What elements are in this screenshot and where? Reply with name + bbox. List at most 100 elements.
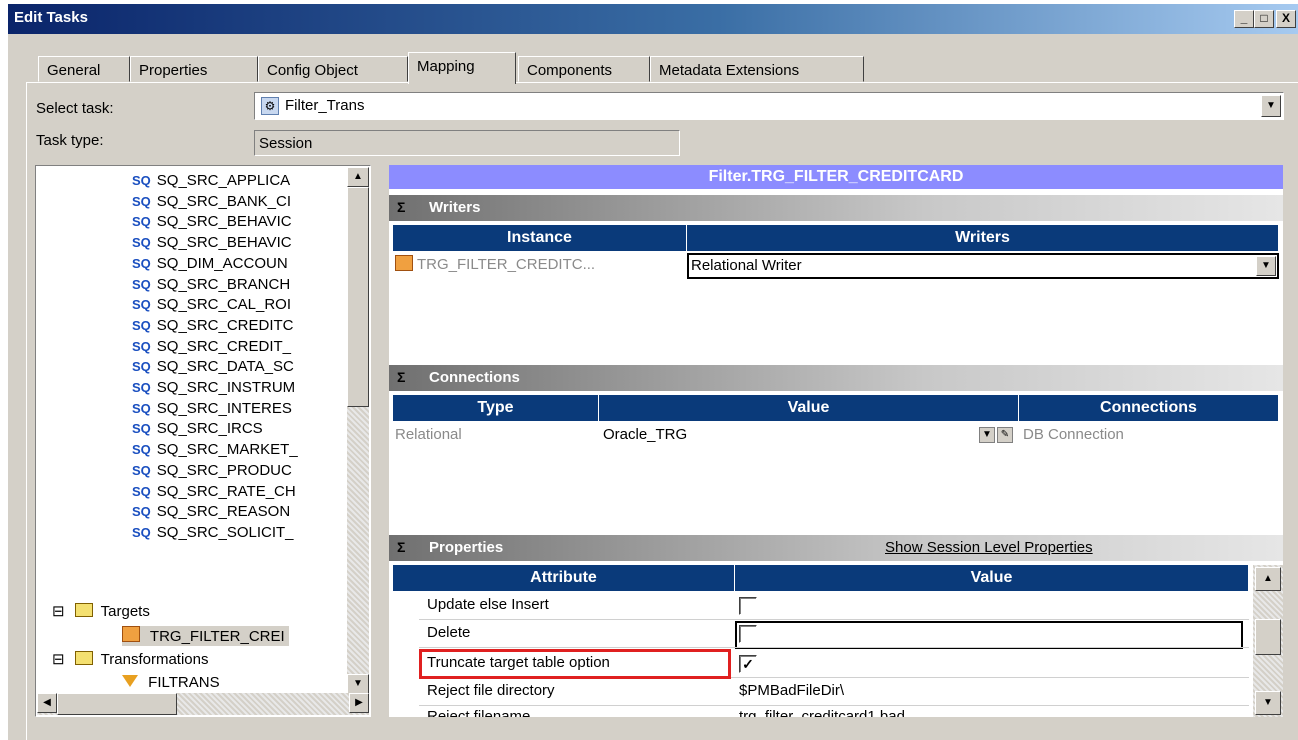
property-value[interactable]: trg_filter_creditcard1.bad xyxy=(739,705,1239,717)
col-attribute: Attribute xyxy=(393,565,735,591)
source-qualifier-icon: SQ xyxy=(132,193,151,209)
task-type-label: Task type: xyxy=(36,132,104,149)
property-attribute: Reject file directory xyxy=(427,682,555,699)
tab-properties[interactable]: Properties xyxy=(130,56,258,82)
tree-source-item[interactable]: SQ SQ_SRC_APPLICA xyxy=(132,172,290,192)
transformations-label: Transformations xyxy=(100,651,209,668)
tab-metadata-extensions[interactable]: Metadata Extensions xyxy=(650,56,864,82)
writer-instance-cell[interactable]: TRG_FILTER_CREDITC... xyxy=(395,253,685,277)
tree-source-item[interactable]: SQ SQ_SRC_BEHAVIC xyxy=(132,234,292,254)
writers-section-header[interactable]: Σ Writers xyxy=(389,195,1283,221)
tree-transformation-item[interactable]: FILTRANS xyxy=(122,674,220,694)
tree-source-item[interactable]: SQ SQ_SRC_BEHAVIC xyxy=(132,213,292,233)
source-qualifier-icon: SQ xyxy=(132,504,151,520)
tree-source-item[interactable]: SQ SQ_SRC_RATE_CH xyxy=(132,483,296,503)
tree-source-item[interactable]: SQ SQ_SRC_PRODUC xyxy=(132,462,292,482)
minimize-button[interactable]: _ xyxy=(1234,10,1254,28)
title-bar: Edit Tasks _ □ X xyxy=(8,4,1298,34)
target-icon xyxy=(395,255,413,271)
filter-icon xyxy=(122,675,138,687)
select-task-label: Select task: xyxy=(36,100,114,117)
tab-mapping[interactable]: Mapping xyxy=(408,52,516,84)
property-checkbox[interactable] xyxy=(739,597,757,615)
collapse-icon[interactable]: ⊟ xyxy=(52,603,65,620)
edit-connection-icon[interactable]: ✎ xyxy=(997,427,1013,443)
connections-section-header[interactable]: Σ Connections xyxy=(389,365,1283,391)
tree-vertical-scrollbar[interactable]: ▲ ▼ xyxy=(347,167,369,694)
property-value[interactable]: $PMBadFileDir\ xyxy=(739,679,1239,703)
tree-source-item[interactable]: SQ SQ_SRC_BRANCH xyxy=(132,276,290,296)
tree-source-item[interactable]: SQ SQ_SRC_IRCS xyxy=(132,420,263,440)
tree-source-item[interactable]: SQ SQ_SRC_REASON xyxy=(132,503,290,523)
maximize-button[interactable]: □ xyxy=(1254,10,1274,28)
task-type-value: Session xyxy=(259,135,313,152)
tree-source-item[interactable]: SQ SQ_SRC_DATA_SC xyxy=(132,358,294,378)
tree-source-label: SQ_SRC_BRANCH xyxy=(156,275,291,293)
chevron-down-icon[interactable]: ▼ xyxy=(1261,95,1281,117)
property-value-focus[interactable] xyxy=(735,621,1243,649)
source-qualifier-icon: SQ xyxy=(132,442,151,458)
tree-source-item[interactable]: SQ SQ_SRC_MARKET_ xyxy=(132,441,298,461)
mapping-tree: SQ SQ_SRC_APPLICA SQ SQ_SRC_BANK_CI SQ SQ_SRC… xyxy=(35,165,371,717)
scroll-down-icon[interactable]: ▼ xyxy=(1255,691,1281,715)
source-qualifier-icon: SQ xyxy=(132,400,151,416)
collapse-sigma-icon[interactable]: Σ xyxy=(397,369,405,385)
property-checkbox[interactable]: ✓ xyxy=(739,655,757,673)
tree-source-label: SQ_SRC_BEHAVIC xyxy=(156,213,292,231)
source-qualifier-icon: SQ xyxy=(132,297,151,313)
row-divider xyxy=(419,647,1249,648)
tree-source-item[interactable]: SQ SQ_SRC_CREDIT_ xyxy=(132,338,291,358)
hscroll-thumb[interactable] xyxy=(57,693,177,715)
collapse-sigma-icon[interactable]: Σ xyxy=(397,199,405,215)
tree-source-label: SQ_SRC_BANK_CI xyxy=(156,192,292,210)
select-task-dropdown[interactable]: ⚙ Filter_Trans ▼ xyxy=(254,92,1284,120)
scroll-up-icon[interactable]: ▲ xyxy=(347,167,369,187)
tree-source-item[interactable]: SQ SQ_SRC_CREDITC xyxy=(132,317,294,337)
tree-source-item[interactable]: SQ SQ_SRC_INTERES xyxy=(132,400,292,420)
tab-components[interactable]: Components xyxy=(518,56,650,82)
tree-target-item[interactable]: TRG_FILTER_CREI xyxy=(122,626,289,646)
tree-targets-node[interactable]: ⊟ Targets xyxy=(52,602,150,622)
source-qualifier-icon: SQ xyxy=(132,276,151,292)
tree-source-label: SQ_SRC_INSTRUM xyxy=(156,379,296,396)
scroll-down-icon[interactable]: ▼ xyxy=(347,674,369,694)
collapse-icon[interactable]: ⊟ xyxy=(52,651,65,668)
writer-select[interactable]: Relational Writer ▼ xyxy=(687,253,1279,279)
tab-general[interactable]: General xyxy=(38,56,130,82)
tree-horizontal-scrollbar[interactable]: ◀ ▶ xyxy=(37,693,369,715)
connection-name-cell[interactable]: DB Connection xyxy=(1023,423,1273,447)
tree-source-label: SQ_SRC_IRCS xyxy=(156,420,263,438)
tab-config-object[interactable]: Config Object xyxy=(258,56,408,82)
col-prop-value: Value xyxy=(735,565,1249,591)
scroll-right-icon[interactable]: ▶ xyxy=(349,693,369,713)
select-task-value: Filter_Trans xyxy=(285,97,365,114)
tree-source-item[interactable]: SQ SQ_SRC_INSTRUM xyxy=(132,379,295,399)
scroll-thumb[interactable] xyxy=(347,187,369,407)
source-qualifier-icon: SQ xyxy=(132,359,151,375)
tree-source-item[interactable]: SQ SQ_SRC_SOLICIT_ xyxy=(132,524,294,544)
tree-source-item[interactable]: SQ SQ_SRC_BANK_CI xyxy=(132,193,291,213)
properties-section-header[interactable]: Σ Properties xyxy=(389,535,1283,561)
scroll-left-icon[interactable]: ◀ xyxy=(37,693,57,713)
source-qualifier-icon: SQ xyxy=(132,483,151,499)
connection-type-cell: Relational xyxy=(395,426,462,443)
scroll-thumb[interactable] xyxy=(1255,619,1281,655)
close-button[interactable]: X xyxy=(1276,10,1296,28)
target-icon xyxy=(122,626,140,642)
tree-source-item[interactable]: SQ SQ_DIM_ACCOUN xyxy=(132,255,288,275)
scroll-up-icon[interactable]: ▲ xyxy=(1255,567,1281,591)
select-connection-icon[interactable]: ▼ xyxy=(979,427,995,443)
tree-transformations-node[interactable]: ⊟ Transformations xyxy=(52,650,208,670)
tree-source-item[interactable]: SQ SQ_SRC_CAL_ROI xyxy=(132,296,291,316)
col-type: Type xyxy=(393,395,599,421)
source-qualifier-icon: SQ xyxy=(132,380,151,395)
collapse-sigma-icon[interactable]: Σ xyxy=(397,539,405,555)
tree-source-label: SQ_DIM_ACCOUN xyxy=(156,254,288,272)
chevron-down-icon[interactable]: ▼ xyxy=(1256,256,1276,276)
tree-source-label: SQ_SRC_CAL_ROI xyxy=(156,296,292,314)
properties-scrollbar[interactable]: ▲ ▼ xyxy=(1253,565,1283,717)
show-session-level-properties-link[interactable]: Show Session Level Properties xyxy=(885,539,1093,556)
connection-value-cell[interactable]: Oracle_TRG xyxy=(603,423,903,447)
source-qualifier-icon: SQ xyxy=(132,214,151,230)
col-value: Value xyxy=(599,395,1019,421)
